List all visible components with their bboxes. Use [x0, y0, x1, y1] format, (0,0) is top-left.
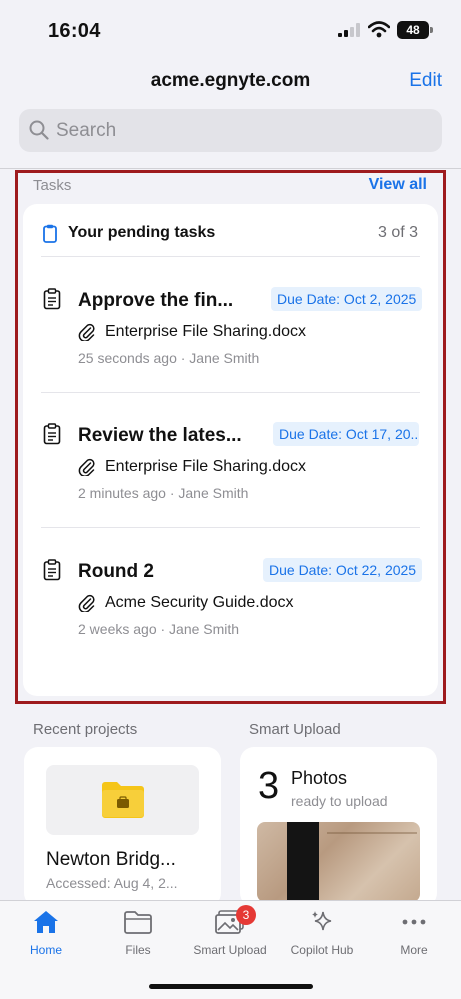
tab-smart-upload[interactable]: 3 Smart Upload [184, 905, 276, 965]
project-card[interactable]: Newton Bridg... Accessed: Aug 4, 2... [24, 747, 221, 907]
photo-count: 3 [258, 765, 280, 807]
wifi-icon [368, 21, 390, 38]
folder-icon [102, 782, 144, 818]
tab-copilot-hub[interactable]: Copilot Hub [276, 909, 368, 965]
home-indicator [149, 984, 313, 989]
upload-subtitle: ready to upload [291, 793, 388, 809]
page-title: acme.egnyte.com [150, 70, 311, 91]
search-placeholder: Search [56, 120, 117, 141]
smart-upload-label: Smart Upload [249, 721, 341, 738]
photo-thumbnail [257, 822, 420, 902]
tab-label: Files [125, 943, 151, 957]
project-name: Newton Bridg... [46, 849, 176, 870]
tab-home[interactable]: Home [0, 909, 92, 965]
status-time: 16:04 [48, 20, 101, 42]
tab-label: Home [29, 943, 62, 957]
battery-level: 48 [406, 23, 420, 37]
smart-upload-card[interactable]: 3 Photos ready to upload [240, 747, 437, 907]
cellular-signal-icon [338, 23, 360, 37]
tasks-highlight-frame [15, 170, 446, 704]
tab-files[interactable]: Files [92, 909, 184, 965]
search-input[interactable]: Search [19, 109, 442, 152]
tab-label: Smart Upload [193, 943, 267, 957]
edit-button[interactable]: Edit [409, 70, 442, 92]
tab-more[interactable]: More [368, 909, 460, 965]
tab-label: Copilot Hub [290, 943, 354, 957]
upload-title: Photos [291, 768, 348, 788]
sparkle-icon [312, 911, 332, 931]
home-icon [34, 911, 58, 933]
project-accessed: Accessed: Aug 4, 2... [46, 875, 178, 891]
search-icon [29, 120, 49, 140]
battery-icon: 48 [397, 21, 433, 39]
more-icon [402, 919, 426, 925]
folder-icon [124, 911, 152, 934]
tab-label: More [400, 943, 428, 957]
status-bar: 16:04 48 [0, 0, 461, 56]
recent-projects-label: Recent projects [33, 721, 138, 738]
project-thumbnail [46, 765, 199, 835]
notification-badge: 3 [236, 905, 256, 925]
divider [0, 168, 461, 169]
